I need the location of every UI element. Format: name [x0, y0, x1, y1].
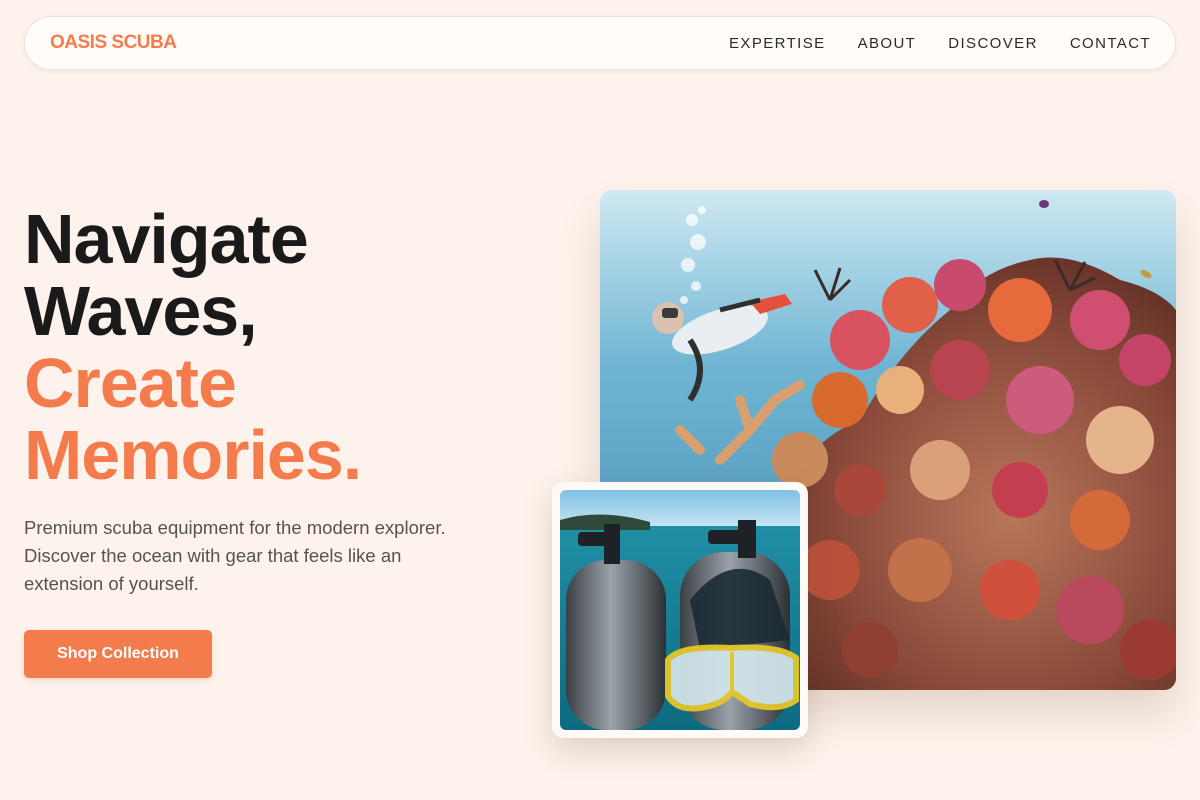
nav-link-expertise[interactable]: EXPERTISE — [729, 35, 826, 52]
page: OASIS SCUBA EXPERTISE ABOUT DISCOVER CON… — [0, 0, 1200, 800]
nav-link-about[interactable]: ABOUT — [858, 35, 917, 52]
nav-links: EXPERTISE ABOUT DISCOVER CONTACT — [729, 35, 1151, 52]
shop-collection-button[interactable]: Shop Collection — [24, 630, 212, 678]
hero-subtext: Premium scuba equipment for the modern e… — [24, 517, 446, 594]
scuba-gear-illustration — [560, 490, 800, 730]
headline-line-1: Navigate — [24, 200, 309, 278]
nav-link-contact[interactable]: CONTACT — [1070, 35, 1151, 52]
hero-secondary-image-card — [552, 482, 808, 738]
headline-line-4: Memories. — [24, 416, 362, 494]
hero-headline: Navigate Waves, Create Memories. — [24, 203, 504, 491]
top-navbar: OASIS SCUBA EXPERTISE ABOUT DISCOVER CON… — [24, 16, 1176, 70]
hero-secondary-image — [560, 490, 800, 730]
headline-line-2: Waves, — [24, 272, 258, 350]
brand-logo[interactable]: OASIS SCUBA — [50, 32, 177, 54]
nav-link-discover[interactable]: DISCOVER — [948, 35, 1038, 52]
headline-line-3: Create — [24, 344, 237, 422]
